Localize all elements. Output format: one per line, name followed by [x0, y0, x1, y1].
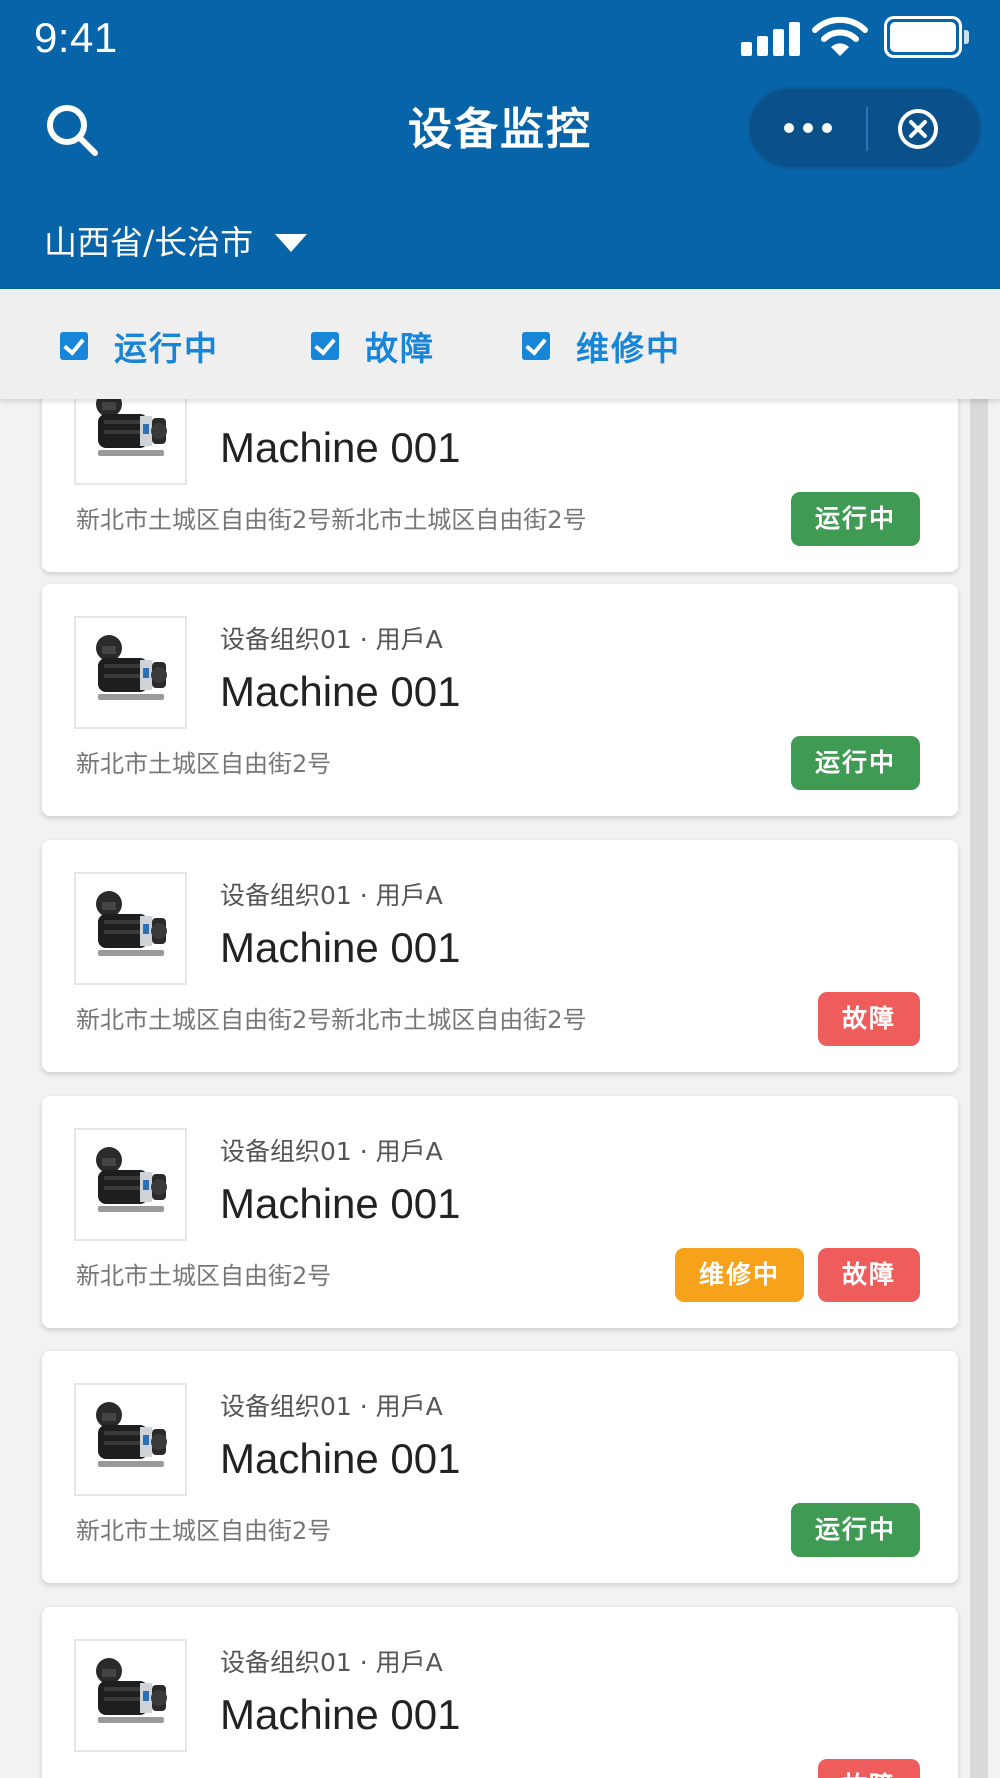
status-badge-running: 运行中	[790, 1503, 920, 1557]
device-name: Machine 001	[220, 668, 461, 715]
more-dots-icon	[784, 123, 794, 133]
cellular-signal-icon	[741, 20, 801, 56]
status-badges: 运行中	[790, 492, 920, 546]
machine-thumbnail	[74, 1383, 187, 1496]
machine-thumbnail	[74, 1639, 187, 1752]
device-card[interactable]: 设备组织01 · 用戶A Machine 001 新北市土城区自由街2号 维修中…	[42, 1096, 958, 1328]
checkbox-checked-icon[interactable]	[311, 332, 339, 360]
machine-thumbnail	[74, 1128, 187, 1241]
filter-label: 故障	[365, 329, 435, 368]
filter-repair[interactable]: 维修中	[522, 325, 681, 368]
device-org: 设备组织01 · 用戶A	[220, 1137, 443, 1166]
device-name: Machine 001	[220, 1691, 461, 1738]
machine-thumbnail	[74, 399, 187, 485]
status-bar: 9:41	[0, 0, 1000, 80]
device-card[interactable]: 设备组织01 · 用戶A Machine 001 故障	[42, 1607, 958, 1778]
filter-label: 维修中	[576, 329, 681, 368]
status-badge-fault: 故障	[817, 992, 920, 1046]
miniapp-capsule	[748, 87, 982, 169]
status-badges: 运行中	[790, 736, 920, 790]
device-card[interactable]: 设备组织01 · 用戶A Machine 001 新北市土城区自由街2号新北市土…	[42, 840, 958, 1072]
machine-thumbnail	[74, 872, 187, 985]
scrollbar[interactable]	[970, 399, 988, 1778]
wifi-icon	[812, 16, 868, 56]
status-badge-fault: 故障	[817, 1248, 920, 1302]
status-badge-fault: 故障	[817, 1759, 920, 1778]
status-badges: 运行中	[790, 1503, 920, 1557]
device-address: 新北市土城区自由街2号	[76, 1262, 332, 1290]
device-name: Machine 001	[220, 924, 461, 971]
checkbox-checked-icon[interactable]	[60, 332, 88, 360]
device-org: 设备组织01 · 用戶A	[220, 1648, 443, 1677]
region-selector[interactable]: 山西省/长治市	[44, 220, 308, 266]
status-badge-running: 运行中	[790, 736, 920, 790]
device-card[interactable]: Machine 001 新北市土城区自由街2号新北市土城区自由街2号 运行中	[42, 399, 958, 572]
close-circle-icon[interactable]	[896, 107, 940, 151]
machine-thumbnail	[74, 616, 187, 729]
battery-icon	[884, 16, 970, 58]
capsule-divider	[866, 107, 868, 151]
status-badges: 故障	[817, 992, 920, 1046]
device-list[interactable]: Machine 001 新北市土城区自由街2号新北市土城区自由街2号 运行中 设…	[0, 399, 1000, 1778]
device-name: Machine 001	[220, 424, 461, 471]
device-card[interactable]: 设备组织01 · 用戶A Machine 001 新北市土城区自由街2号 运行中	[42, 1351, 958, 1583]
status-time: 9:41	[34, 14, 118, 61]
status-badge-repair: 维修中	[674, 1248, 804, 1302]
filter-running[interactable]: 运行中	[60, 325, 219, 368]
checkbox-checked-icon[interactable]	[522, 332, 550, 360]
status-badge-running: 运行中	[790, 492, 920, 546]
device-org: 设备组织01 · 用戶A	[220, 881, 443, 910]
caret-down-icon	[275, 234, 308, 252]
device-name: Machine 001	[220, 1435, 461, 1482]
region-label: 山西省/长治市	[44, 223, 254, 262]
device-address: 新北市土城区自由街2号新北市土城区自由街2号	[76, 1006, 587, 1034]
device-card[interactable]: 设备组织01 · 用戶A Machine 001 新北市土城区自由街2号 运行中	[42, 584, 958, 816]
app-header: 9:41 设备监控 山西省/长治市	[0, 0, 1000, 289]
device-address: 新北市土城区自由街2号	[76, 750, 332, 778]
device-name: Machine 001	[220, 1180, 461, 1227]
status-badges: 故障	[817, 1759, 920, 1778]
status-badges: 维修中 故障	[674, 1248, 920, 1302]
filter-fault[interactable]: 故障	[311, 325, 435, 368]
device-org: 设备组织01 · 用戶A	[220, 625, 443, 654]
device-address: 新北市土城区自由街2号	[76, 1517, 332, 1545]
filter-label: 运行中	[114, 329, 219, 368]
device-address: 新北市土城区自由街2号新北市土城区自由街2号	[76, 506, 587, 534]
status-filter-bar: 运行中 故障 维修中	[0, 289, 1000, 399]
more-button[interactable]	[750, 89, 866, 167]
device-org: 设备组织01 · 用戶A	[220, 1392, 443, 1421]
